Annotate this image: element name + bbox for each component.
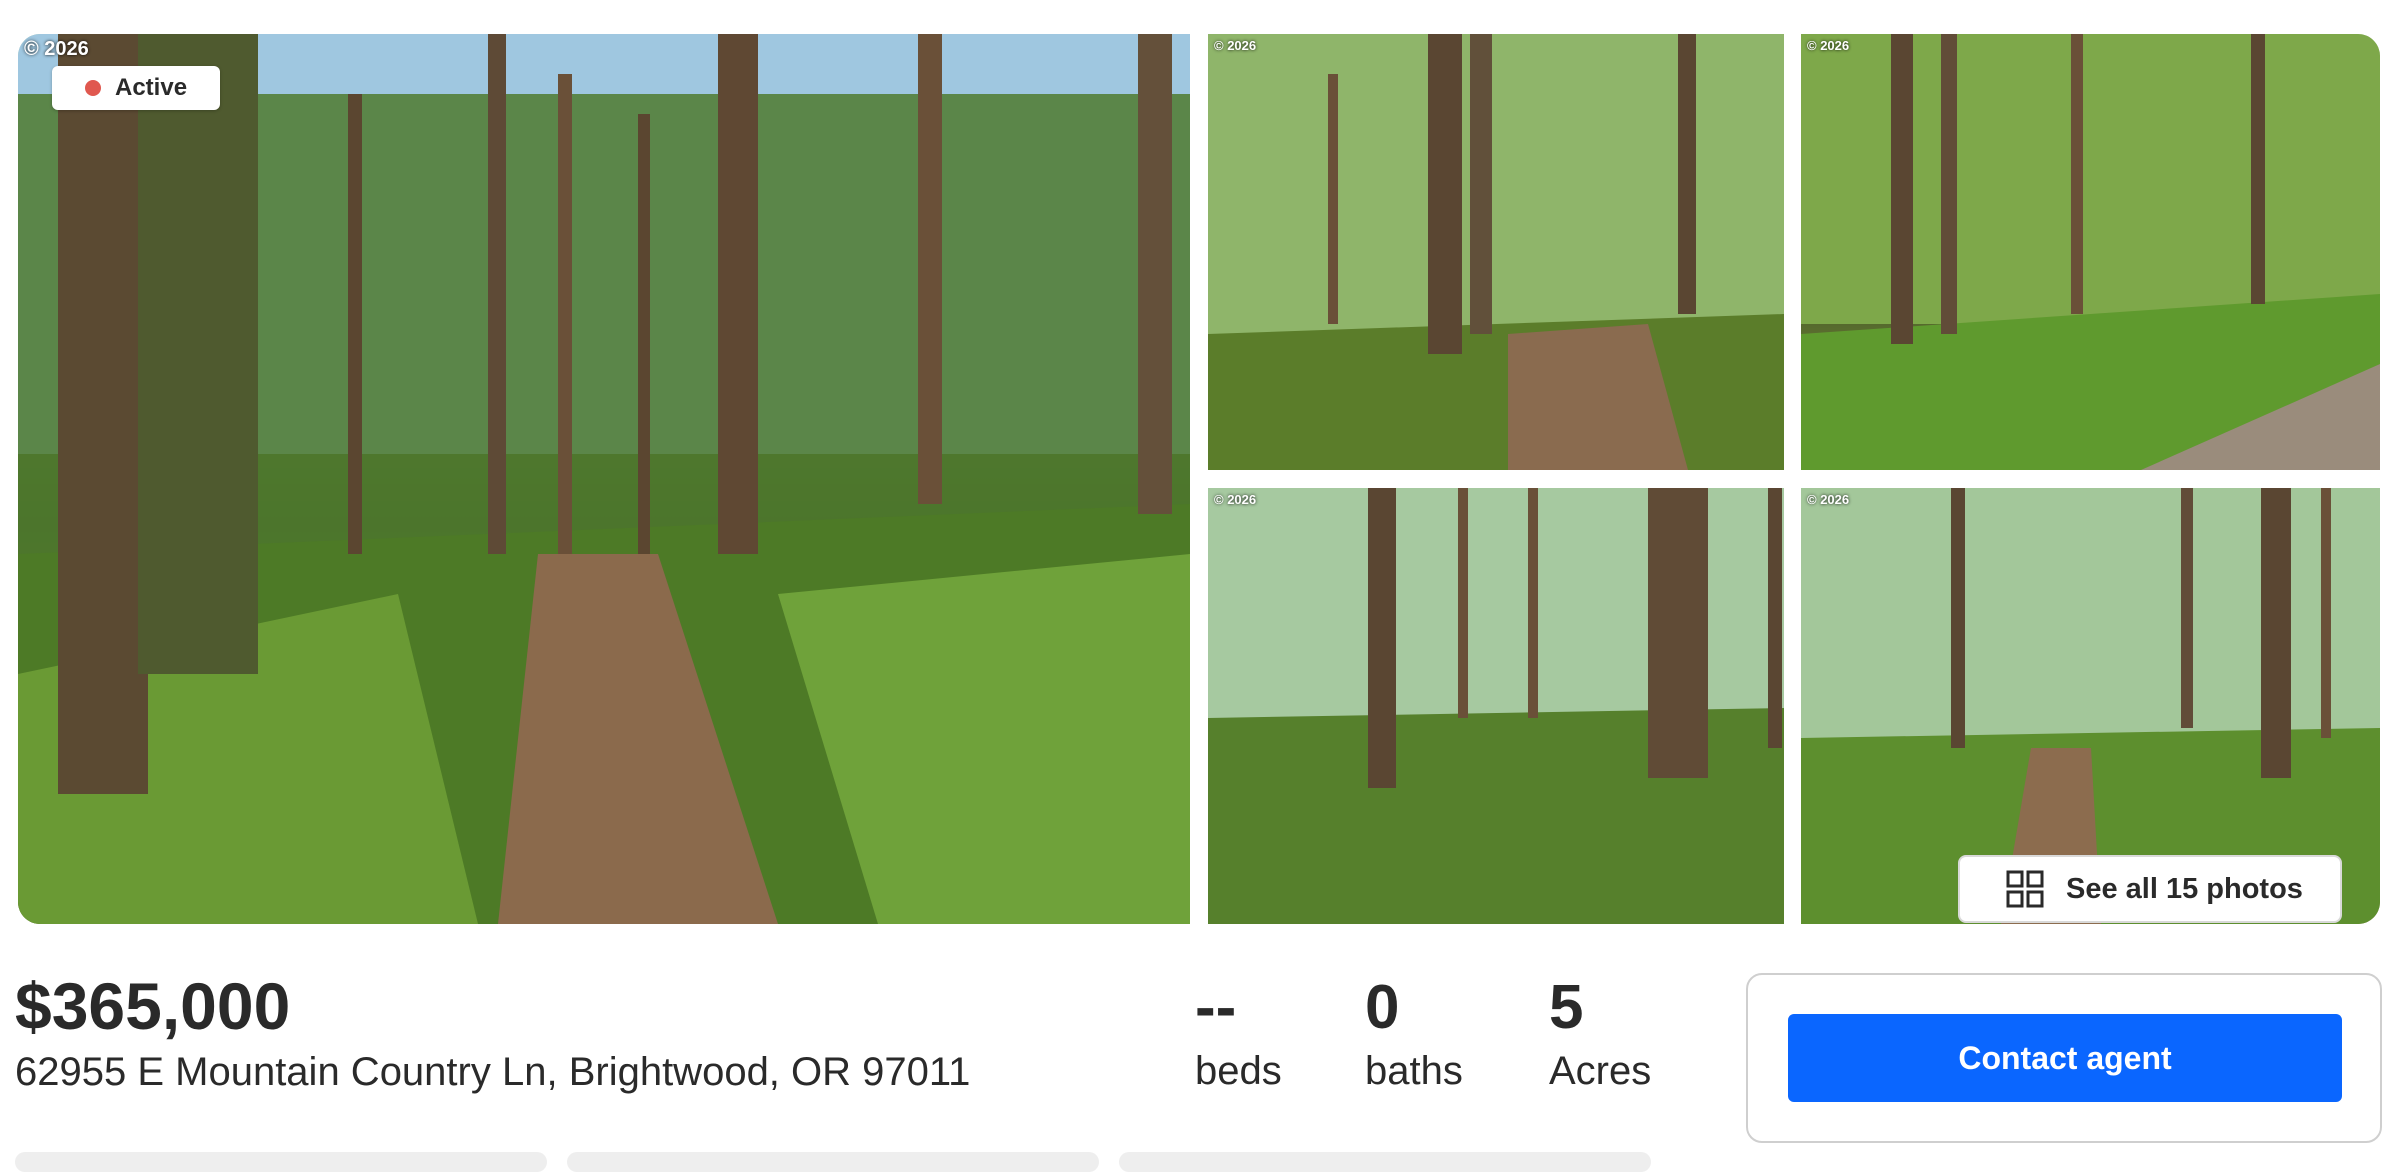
thumbnail-photo-3[interactable]: © 2026 xyxy=(1208,488,1784,924)
listing-price: $365,000 xyxy=(15,969,291,1043)
stat-acres: 5 Acres xyxy=(1549,972,1651,1096)
stat-acres-label: Acres xyxy=(1549,1049,1652,1093)
fact-tab-3[interactable] xyxy=(1119,1152,1651,1172)
fact-tab-2[interactable] xyxy=(567,1152,1099,1172)
contact-agent-button[interactable]: Contact agent xyxy=(1788,1014,2342,1102)
stat-acres-value: 5 xyxy=(1549,973,1584,1042)
status-dot-icon xyxy=(85,80,101,96)
copyright-label: © 2026 xyxy=(24,38,89,60)
forest-image xyxy=(1208,34,1784,470)
thumbnail-photo-2[interactable]: © 2026 xyxy=(1801,34,2380,470)
stat-beds: -- beds xyxy=(1195,972,1282,1096)
stat-baths-value: 0 xyxy=(1365,973,1400,1042)
forest-image xyxy=(1801,34,2380,470)
stat-baths-label: baths xyxy=(1365,1049,1463,1093)
forest-image xyxy=(18,34,1190,924)
stat-beds-value: -- xyxy=(1195,973,1237,1042)
see-all-photos-label: See all 15 photos xyxy=(2066,872,2303,905)
fact-tab-1[interactable] xyxy=(15,1152,547,1172)
see-all-photos-button[interactable]: See all 15 photos xyxy=(1958,855,2342,923)
copyright-label: © 2026 xyxy=(1807,38,1850,53)
copyright-label: © 2026 xyxy=(1214,492,1257,507)
listing-address: 62955 E Mountain Country Ln, Brightwood,… xyxy=(15,1050,971,1094)
stat-baths: 0 baths xyxy=(1365,972,1463,1096)
status-badge-label: Active xyxy=(115,74,188,101)
copyright-label: © 2026 xyxy=(1807,492,1850,507)
main-photo[interactable]: © 2026 Active xyxy=(18,34,1190,924)
forest-image xyxy=(1208,488,1784,924)
copyright-label: © 2026 xyxy=(1214,38,1257,53)
grid-icon xyxy=(2006,870,2044,908)
contact-card: Contact agent xyxy=(1746,973,2382,1143)
thumbnail-photo-1[interactable]: © 2026 xyxy=(1208,34,1784,470)
photo-gallery: © 2026 Active © 2026 © 2026 © 2026 © 202… xyxy=(18,34,2380,924)
stat-beds-label: beds xyxy=(1195,1049,1282,1093)
status-badge: Active xyxy=(52,66,220,110)
